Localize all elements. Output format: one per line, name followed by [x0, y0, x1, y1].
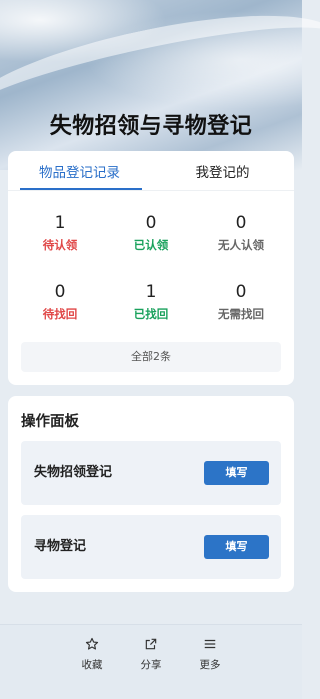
footer-label: 更多: [199, 659, 221, 671]
fill-button[interactable]: 填写: [204, 535, 269, 559]
entry-name: 失物招领登记: [34, 465, 113, 480]
stat-pending-claim[interactable]: 1 待认领: [15, 213, 105, 253]
stat-label: 已认领: [133, 238, 169, 252]
stat-recovered[interactable]: 1 已找回: [106, 282, 196, 322]
menu-icon: [204, 639, 216, 649]
page-title: 失物招领与寻物登记: [49, 114, 253, 139]
entry-name: 寻物登记: [34, 539, 87, 554]
stat-label: 待认领: [42, 238, 78, 252]
stat-unclaimed[interactable]: 0 无人认领: [196, 213, 286, 253]
view-all-button[interactable]: 全部2条: [21, 342, 281, 372]
stat-value: 1: [145, 282, 157, 302]
share-button[interactable]: 分享: [131, 637, 171, 672]
panel-title: 操作面板: [21, 414, 79, 430]
tab-active-indicator: [20, 188, 142, 190]
share-icon: [145, 638, 157, 650]
more-button[interactable]: 更多: [190, 637, 230, 672]
favorite-button[interactable]: 收藏: [72, 637, 112, 672]
tab-my-registrations[interactable]: 我登记的: [151, 151, 294, 191]
footer-label: 收藏: [81, 659, 103, 671]
bottom-toolbar: 收藏 分享 更多: [0, 624, 302, 699]
stat-value: 0: [235, 282, 247, 302]
operation-panel: 操作面板 失物招领登记 填写 寻物登记 填写: [8, 396, 294, 592]
stat-value: 1: [54, 213, 66, 233]
footer-label: 分享: [140, 659, 162, 671]
tab-registration-records[interactable]: 物品登记记录: [8, 151, 151, 191]
records-card: 物品登记记录 我登记的 1 待认领 0 已认领 0 无人认领 0 待找回 1 已…: [8, 151, 294, 385]
stat-value: 0: [235, 213, 247, 233]
fill-button[interactable]: 填写: [204, 461, 269, 485]
star-icon: [85, 637, 99, 650]
lost-found-registration-entry: 失物招领登记 填写: [21, 441, 281, 505]
header-banner: [0, 0, 320, 170]
stat-value: 0: [54, 282, 66, 302]
stat-label: 已找回: [133, 307, 169, 321]
stat-label: 无人认领: [218, 238, 264, 252]
stat-label: 无需找回: [218, 307, 264, 321]
stat-label: 待找回: [42, 307, 78, 321]
stat-value: 0: [145, 213, 157, 233]
stat-claimed[interactable]: 0 已认领: [106, 213, 196, 253]
stat-pending-recovery[interactable]: 0 待找回: [15, 282, 105, 322]
stat-no-recovery-needed[interactable]: 0 无需找回: [196, 282, 286, 322]
tab-bar: 物品登记记录 我登记的: [8, 151, 294, 191]
search-registration-entry: 寻物登记 填写: [21, 515, 281, 579]
